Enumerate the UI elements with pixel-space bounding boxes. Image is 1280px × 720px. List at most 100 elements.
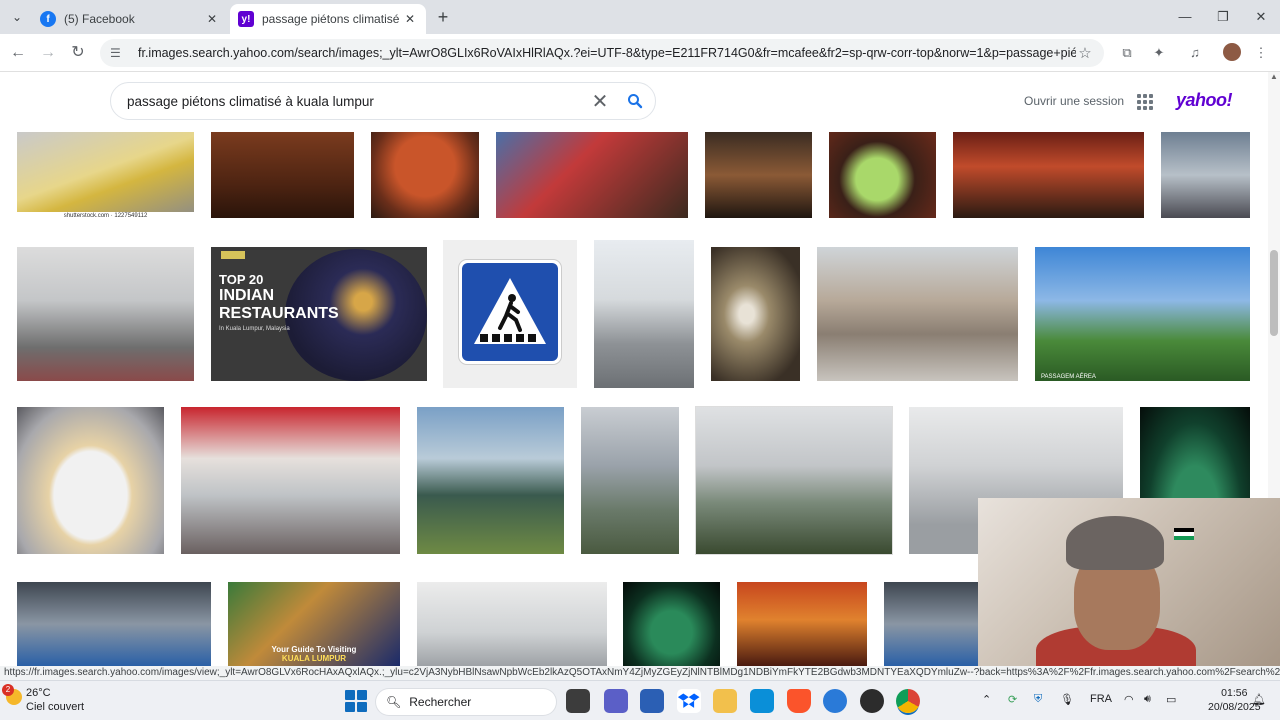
windows-taskbar: 2 26°C Ciel couvert 🔍︎ Rechercher ⌃ ⟳ ⛨ …	[0, 680, 1280, 720]
image-result[interactable]	[181, 407, 400, 554]
task-view-icon[interactable]	[566, 689, 590, 713]
url-text: fr.images.search.yahoo.com/search/images…	[138, 46, 1076, 60]
search-icon: 🔍︎	[386, 695, 402, 709]
remote-desktop-icon[interactable]	[750, 689, 774, 713]
image-result[interactable]	[953, 132, 1144, 218]
close-tab-icon[interactable]: ✕	[204, 12, 220, 26]
apps-grid-icon[interactable]	[1137, 94, 1153, 110]
media-control-icon[interactable]: ♫	[1186, 44, 1204, 62]
notification-badge: 2	[2, 684, 14, 696]
sync-icon[interactable]: ⟳	[1008, 693, 1017, 706]
image-result[interactable]: TOP 20 INDIAN RESTAURANTS In Kuala Lumpu…	[211, 247, 427, 381]
image-result[interactable]	[443, 240, 577, 388]
windows-start-icon[interactable]	[344, 689, 368, 713]
image-result[interactable]	[17, 582, 211, 666]
image-result[interactable]	[884, 582, 980, 666]
tab-facebook[interactable]: f (5) Facebook ✕	[32, 4, 228, 34]
image-result[interactable]	[737, 582, 867, 666]
badge-shape	[221, 251, 245, 259]
search-input[interactable]: passage piétons climatisé à kuala lumpur…	[110, 82, 656, 120]
flag-icon	[1174, 528, 1194, 540]
sign-in-link[interactable]: Ouvrir une session	[1024, 94, 1124, 108]
bookmark-star-icon[interactable]: ☆	[1076, 44, 1094, 62]
language-indicator[interactable]: FRA	[1090, 693, 1112, 705]
volume-icon[interactable]: 🔊︎	[1144, 693, 1151, 706]
image-result[interactable]: Your Guide To Visiting KUALA LUMPUR	[228, 582, 400, 666]
clear-search-icon[interactable]: ✕	[585, 89, 615, 114]
image-result[interactable]	[1161, 132, 1250, 218]
address-bar[interactable]: ☰ fr.images.search.yahoo.com/search/imag…	[100, 39, 1104, 67]
scroll-thumb[interactable]	[1270, 250, 1278, 336]
weather-widget[interactable]: 2 26°C Ciel couvert	[2, 684, 85, 714]
store-icon[interactable]	[640, 689, 664, 713]
site-settings-icon[interactable]: ☰	[110, 46, 128, 60]
close-window-icon[interactable]: ✕	[1242, 6, 1280, 28]
reload-icon[interactable]: ↻	[66, 41, 90, 65]
brave-icon[interactable]	[787, 689, 811, 713]
scroll-up-icon[interactable]: ▲	[1268, 72, 1280, 86]
webcam-overlay	[978, 498, 1280, 666]
image-result[interactable]: shutterstock.com · 1227549112	[17, 132, 194, 220]
taskbar-search-label: Rechercher	[409, 695, 472, 709]
microphone-icon[interactable]: 🎙︎	[1060, 693, 1074, 706]
image-result[interactable]	[581, 407, 679, 554]
minimize-icon[interactable]: —	[1166, 6, 1204, 28]
image-result[interactable]: PASSAGEM AÉREA	[1035, 247, 1250, 381]
profile-avatar[interactable]	[1223, 43, 1241, 61]
weather-temp: 26°C	[26, 687, 51, 699]
image-result[interactable]	[696, 407, 892, 554]
tab-title: passage piétons climatisé à kua	[262, 12, 402, 26]
tray-chevron-icon[interactable]: ⌃	[982, 693, 991, 706]
yahoo-header: passage piétons climatisé à kuala lumpur…	[0, 72, 1268, 132]
image-result[interactable]	[371, 132, 479, 218]
image-result[interactable]	[417, 582, 607, 666]
new-tab-icon[interactable]: +	[432, 7, 454, 29]
weather-desc: Ciel couvert	[26, 701, 85, 713]
tab-strip: ⌄ f (5) Facebook ✕ y! passage piétons cl…	[0, 0, 1280, 34]
image-result[interactable]	[417, 407, 564, 554]
shield-icon[interactable]: ⛨	[1034, 693, 1042, 706]
forward-arrow-icon[interactable]: →	[36, 41, 60, 65]
person-cap	[1066, 516, 1164, 570]
browser-toolbar: ← → ↻ ☰ fr.images.search.yahoo.com/searc…	[0, 34, 1280, 72]
file-explorer-icon[interactable]	[713, 689, 737, 713]
image-result[interactable]	[594, 240, 694, 388]
wifi-icon[interactable]: ◠	[1124, 693, 1134, 706]
image-result[interactable]	[17, 247, 194, 381]
image-caption: PASSAGEM AÉREA	[1041, 374, 1096, 380]
vpn-icon[interactable]	[823, 689, 847, 713]
notifications-icon[interactable]: 🔔︎	[1252, 693, 1266, 706]
top20-text: TOP 20 INDIAN RESTAURANTS In Kuala Lumpu…	[219, 272, 339, 332]
translate-icon[interactable]: ⧉	[1118, 44, 1136, 62]
pedestrian-icon	[474, 278, 546, 344]
tab-search-chevron-icon[interactable]: ⌄	[6, 7, 28, 27]
extensions-icon[interactable]: ✦	[1150, 44, 1168, 62]
back-arrow-icon[interactable]: ←	[6, 41, 30, 65]
image-result[interactable]	[817, 247, 1018, 381]
close-tab-icon[interactable]: ✕	[402, 12, 418, 26]
tab-yahoo-images[interactable]: y! passage piétons climatisé à kua ✕	[230, 4, 426, 34]
search-icon	[628, 94, 643, 109]
search-query: passage piétons climatisé à kuala lumpur	[127, 93, 374, 109]
teams-icon[interactable]	[604, 689, 628, 713]
chrome-icon[interactable]	[896, 689, 920, 713]
image-result[interactable]	[623, 582, 720, 666]
dropbox-icon[interactable]	[677, 689, 701, 713]
image-result[interactable]	[829, 132, 936, 218]
battery-icon[interactable]: ▭	[1166, 693, 1176, 706]
taskbar-search[interactable]: 🔍︎ Rechercher	[376, 689, 556, 715]
app-icon[interactable]	[860, 689, 884, 713]
link-status-bar: https://fr.images.search.yahoo.com/image…	[0, 666, 1280, 680]
image-result[interactable]	[211, 132, 354, 218]
restore-icon[interactable]: ❐	[1204, 6, 1242, 28]
pedestrian-crossing-sign	[459, 260, 561, 364]
search-button[interactable]	[615, 83, 655, 119]
yahoo-logo[interactable]: yahoo!	[1176, 90, 1233, 111]
image-result[interactable]	[711, 247, 800, 381]
image-result[interactable]	[17, 407, 164, 554]
tab-title: (5) Facebook	[64, 12, 135, 26]
image-result[interactable]	[496, 132, 688, 218]
more-menu-icon[interactable]: ⋮	[1252, 44, 1270, 62]
yahoo-icon: y!	[238, 11, 254, 27]
image-result[interactable]	[705, 132, 812, 218]
